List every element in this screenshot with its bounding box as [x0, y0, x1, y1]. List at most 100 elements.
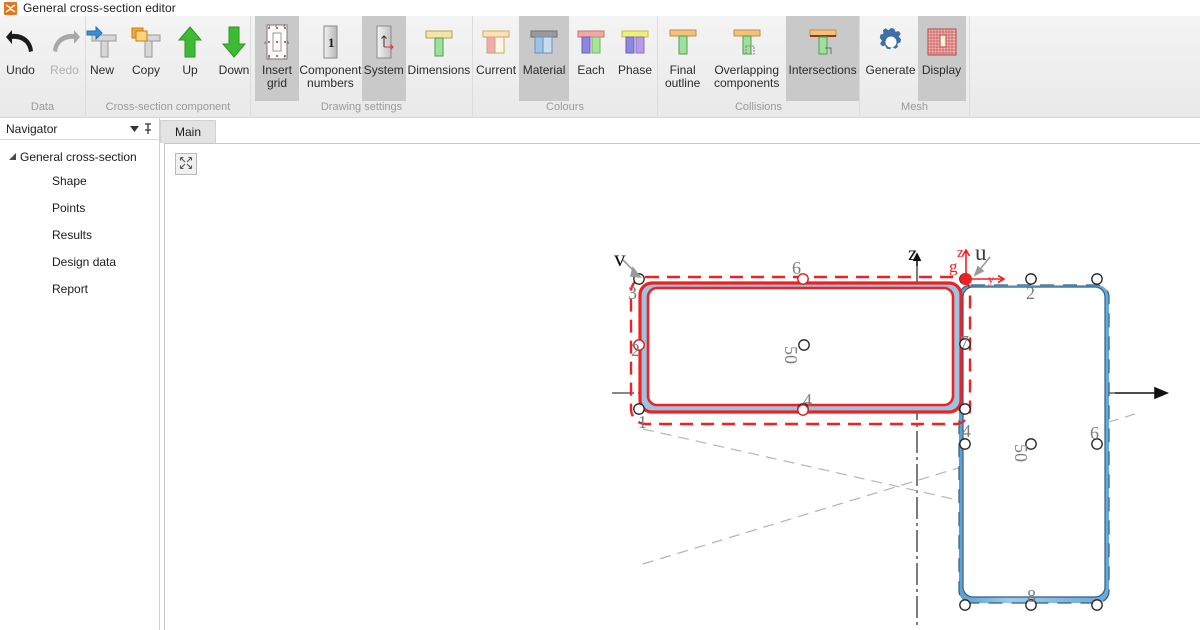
ribbon-group-label-mesh: Mesh: [901, 101, 928, 113]
sidebar-item-label: Shape: [52, 173, 87, 188]
ribbon-group-label-drawing-settings: Drawing settings: [320, 101, 403, 113]
navigator-panel: Navigator General cross-section Shape Po…: [0, 118, 160, 630]
tab-main-label: Main: [175, 125, 202, 139]
intersections-button[interactable]: Intersections: [786, 16, 859, 101]
main-pane: Main z u v z y g 3 6 2 50 1 4 2 7 4 50 6…: [160, 118, 1200, 630]
final-outline-button[interactable]: Final outline: [658, 16, 707, 101]
main-body: Navigator General cross-section Shape Po…: [0, 118, 1200, 630]
arrow-v: [622, 259, 642, 279]
axis-label-v: v: [614, 246, 626, 271]
dimensions-button[interactable]: Dimensions: [406, 16, 472, 101]
phase-colour-icon: [617, 20, 653, 64]
triangle-collapse-icon[interactable]: [6, 150, 20, 164]
navigator-tree: General cross-section Shape Points Resul…: [0, 140, 159, 302]
tree-root-general-cross-section[interactable]: General cross-section: [0, 146, 159, 167]
axis-system-icon: [373, 20, 395, 64]
grip-point[interactable]: [959, 599, 971, 611]
system-button[interactable]: System: [361, 16, 406, 101]
title-bar: General cross-section editor: [0, 0, 1200, 16]
app-icon: [4, 1, 17, 15]
undo-label: Undo: [6, 63, 35, 77]
ribbon-group-label-colours: Colours: [546, 101, 584, 113]
component-numbers-button[interactable]: 1 Component numbers: [299, 16, 362, 101]
insert-grid-button[interactable]: 123 45 67 Insert grid: [255, 16, 299, 101]
up-arrow-icon: [177, 20, 203, 64]
ribbon-group-colours: Current Material Each Phase Colours: [472, 16, 657, 118]
ribbon-group-collisions: Final outline Overlapping components Int…: [657, 16, 859, 118]
ribbon-group-data: Undo Redo Data: [0, 16, 85, 118]
svg-text:1: 1: [328, 35, 335, 50]
dimension-tsection-icon: [420, 20, 458, 64]
overlapping-components-button[interactable]: Overlapping components: [707, 16, 786, 101]
down-arrow-icon: [221, 20, 247, 64]
point-label: 2: [631, 340, 640, 360]
display-button[interactable]: Display: [917, 16, 966, 101]
copy-button[interactable]: Copy: [124, 16, 168, 101]
sidebar-item-results[interactable]: Results: [0, 221, 159, 248]
final-outline-label: Final outline: [664, 63, 701, 90]
material-colour-button[interactable]: Material: [519, 16, 569, 101]
sidebar-item-shape[interactable]: Shape: [0, 167, 159, 194]
current-colour-button[interactable]: Current: [473, 16, 519, 101]
sidebar-item-label: Points: [52, 200, 86, 215]
component-numbers-label: Component numbers: [299, 63, 362, 90]
point-label: 50: [781, 346, 801, 364]
overlapping-components-icon: [729, 20, 765, 64]
tree-root-label: General cross-section: [20, 149, 137, 164]
new-button[interactable]: New: [80, 16, 124, 101]
point-label: 6: [792, 258, 801, 278]
axis-label-z: z: [908, 241, 917, 265]
point-label: 4: [962, 421, 971, 441]
copy-label: Copy: [131, 63, 160, 77]
copy-tsection-icon: [128, 20, 164, 64]
ribbon-group-drawing-settings: 123 45 67 Insert grid 1 Component number…: [250, 16, 472, 118]
up-button[interactable]: Up: [168, 16, 212, 101]
intersections-icon: [805, 20, 841, 64]
grip-point[interactable]: [959, 403, 971, 415]
sidebar-item-label: Design data: [52, 254, 117, 269]
point-label: 4: [803, 390, 812, 410]
sidebar-item-report[interactable]: Report: [0, 275, 159, 302]
ribbon-group-label-cross-section-component: Cross-section component: [105, 101, 231, 113]
axis-label-centroid-g: g: [949, 257, 958, 276]
cross-section-drawing[interactable]: z y u v z y g 3 6 2 50 1 4 2 7: [165, 144, 1200, 630]
pin-icon[interactable]: [141, 121, 155, 137]
axis-label-y-principal: y: [988, 272, 994, 286]
chevron-down-icon[interactable]: [127, 121, 141, 137]
point-label: 2: [1026, 283, 1035, 303]
point-label: 3: [628, 283, 637, 303]
each-colour-label: Each: [577, 63, 605, 77]
mesh-display-icon: [925, 20, 959, 64]
sidebar-item-points[interactable]: Points: [0, 194, 159, 221]
sidebar-item-design-data[interactable]: Design data: [0, 248, 159, 275]
ribbon-group-cross-section-component: New Copy Up Down Cross-section component: [85, 16, 250, 118]
point-label: 50: [1011, 444, 1031, 462]
redo-label: Redo: [50, 63, 79, 77]
svg-text:5: 5: [287, 40, 290, 45]
grip-point[interactable]: [1091, 273, 1103, 285]
system-label: System: [363, 63, 404, 77]
current-colour-label: Current: [476, 63, 517, 77]
intersections-label: Intersections: [788, 63, 857, 77]
grid-icon: 123 45 67: [263, 20, 291, 64]
phase-colour-button[interactable]: Phase: [613, 16, 657, 101]
undo-button[interactable]: Undo: [0, 16, 43, 101]
ribbon-group-label-collisions: Collisions: [734, 101, 783, 113]
material-colour-icon: [526, 20, 562, 64]
material-colour-label: Material: [522, 63, 566, 77]
gear-icon: [874, 20, 908, 64]
drawing-canvas[interactable]: z y u v z y g 3 6 2 50 1 4 2 7: [164, 143, 1200, 630]
point-label: 8: [1027, 586, 1036, 606]
redo-arrow-icon: [48, 20, 82, 64]
new-tsection-icon: [84, 20, 120, 64]
grip-point[interactable]: [1091, 599, 1103, 611]
new-label: New: [89, 63, 114, 77]
generate-button[interactable]: Generate: [864, 16, 918, 101]
navigator-title: Navigator: [6, 121, 58, 136]
tab-main[interactable]: Main: [160, 120, 217, 143]
window-title: General cross-section editor: [23, 1, 176, 15]
current-colour-icon: [478, 20, 514, 64]
ribbon-group-mesh: Generate Display Mesh: [859, 16, 969, 118]
final-outline-icon: [665, 20, 701, 64]
each-colour-button[interactable]: Each: [569, 16, 613, 101]
